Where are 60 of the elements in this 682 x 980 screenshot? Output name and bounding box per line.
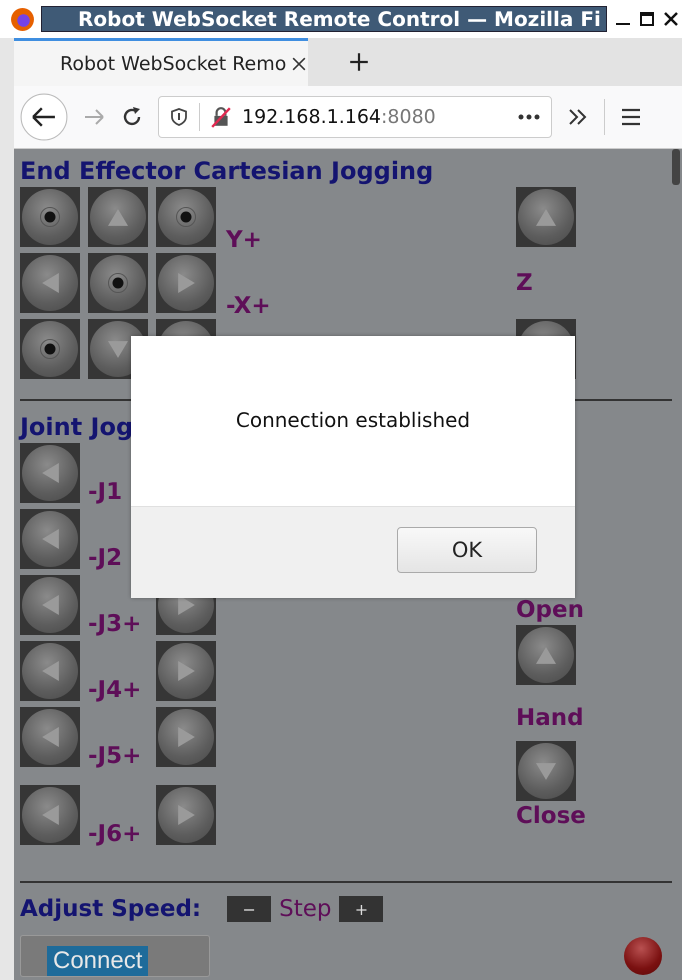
browser-tab[interactable]: Robot WebSocket Remo	[14, 38, 308, 86]
joint-label: -J5+	[87, 743, 142, 769]
jog-button[interactable]	[156, 187, 216, 247]
down-triangle-icon	[536, 762, 556, 780]
dot-icon	[176, 207, 196, 227]
joint-label: -J3+	[87, 611, 142, 637]
dot-icon	[108, 273, 128, 293]
joint-label: -J1	[87, 479, 124, 505]
up-triangle-icon	[108, 208, 128, 226]
ok-button[interactable]: OK	[397, 527, 537, 573]
tab-title: Robot WebSocket Remo	[60, 52, 286, 74]
axis-label: -X+	[226, 293, 271, 319]
jog-button[interactable]	[88, 253, 148, 313]
scrollbar-thumb[interactable]	[672, 149, 680, 185]
left-triangle-icon	[42, 463, 58, 483]
address-bar[interactable]: 192.168.1.164:8080	[158, 96, 552, 138]
insecure-lock-icon	[210, 106, 232, 128]
close-icon[interactable]	[292, 56, 306, 70]
close-icon[interactable]	[663, 11, 679, 27]
joint-label: -J4+	[87, 677, 142, 703]
left-triangle-icon	[42, 805, 58, 825]
maximize-icon[interactable]	[639, 11, 655, 27]
increase-button[interactable]: +	[339, 896, 384, 922]
right-triangle-icon	[178, 595, 194, 615]
down-triangle-icon	[108, 340, 128, 358]
section-heading: End Effector Cartesian Jogging	[20, 157, 434, 187]
dot-icon	[40, 207, 60, 227]
axis-label: Y+	[226, 227, 262, 253]
url-text: 192.168.1.164:8080	[242, 106, 437, 128]
right-triangle-icon	[178, 273, 194, 293]
dialog-message: Connection established	[236, 408, 470, 434]
window-title: Robot WebSocket Remote Control — Mozilla Fi	[41, 6, 607, 32]
gripper-label: Open	[516, 597, 585, 623]
right-triangle-icon	[178, 727, 194, 747]
joint-label: -J2	[87, 545, 124, 571]
up-triangle-icon	[536, 646, 556, 664]
gripper-label: Close	[516, 803, 586, 829]
joint-label: -J6+	[87, 821, 142, 847]
speed-label: Adjust Speed:	[20, 896, 202, 922]
gripper-label: Hand	[516, 705, 585, 731]
up-triangle-icon	[536, 208, 556, 226]
left-triangle-icon	[42, 661, 58, 681]
decrease-button[interactable]: −	[227, 896, 272, 922]
shield-icon	[169, 107, 189, 127]
step-label: Step	[279, 896, 332, 922]
left-triangle-icon	[42, 727, 58, 747]
dot-icon	[40, 339, 60, 359]
axis-label: Z	[516, 270, 533, 296]
more-icon[interactable]	[517, 113, 541, 121]
plus-icon[interactable]	[348, 51, 370, 73]
left-triangle-icon	[42, 595, 58, 615]
right-triangle-icon	[178, 661, 194, 681]
right-triangle-icon	[178, 805, 194, 825]
jog-button[interactable]	[20, 319, 80, 379]
connect-button[interactable]: Connect	[20, 935, 210, 977]
browser-logo-icon	[10, 6, 35, 32]
left-triangle-icon	[42, 529, 58, 549]
left-triangle-icon	[42, 273, 58, 293]
jog-button[interactable]	[20, 187, 80, 247]
section-heading: Joint Jog	[20, 413, 134, 443]
